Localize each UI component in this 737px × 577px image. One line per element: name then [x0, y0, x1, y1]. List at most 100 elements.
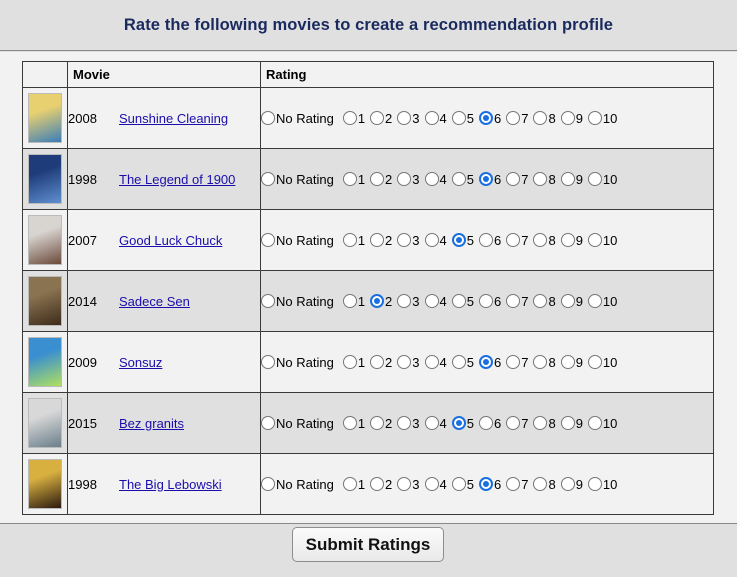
movie-title-link[interactable]: Bez granits — [119, 416, 184, 431]
rating-option-2[interactable]: 2 — [370, 110, 392, 126]
rating-radio[interactable] — [451, 232, 466, 247]
rating-option-6[interactable]: 6 — [478, 171, 501, 187]
rating-option-none[interactable]: No Rating — [261, 293, 334, 309]
rating-option-3[interactable]: 3 — [397, 293, 420, 309]
rating-radio[interactable] — [261, 415, 275, 430]
rating-radio[interactable] — [587, 476, 602, 491]
rating-option-7[interactable]: 7 — [506, 110, 528, 126]
rating-radio[interactable] — [506, 110, 521, 125]
rating-option-3[interactable]: 3 — [397, 354, 420, 370]
rating-option-7[interactable]: 7 — [506, 293, 528, 309]
rating-radio[interactable] — [261, 232, 275, 247]
rating-radio[interactable] — [451, 476, 466, 491]
rating-radio[interactable] — [587, 415, 602, 430]
rating-option-3[interactable]: 3 — [397, 476, 420, 492]
rating-radio[interactable] — [370, 476, 385, 491]
rating-option-none[interactable]: No Rating — [261, 232, 334, 248]
rating-radio[interactable] — [478, 476, 493, 491]
rating-option-6[interactable]: 6 — [478, 415, 501, 431]
rating-radio[interactable] — [397, 232, 412, 247]
rating-radio[interactable] — [397, 293, 412, 308]
rating-radio[interactable] — [478, 171, 493, 186]
rating-radio[interactable] — [506, 476, 521, 491]
rating-option-9[interactable]: 9 — [560, 232, 583, 248]
rating-radio[interactable] — [587, 354, 602, 369]
rating-radio[interactable] — [451, 354, 466, 369]
rating-radio[interactable] — [424, 415, 439, 430]
rating-option-5[interactable]: 5 — [451, 293, 474, 309]
rating-radio[interactable] — [587, 110, 602, 125]
movie-title-link[interactable]: Good Luck Chuck — [119, 233, 222, 248]
rating-option-1[interactable]: 1 — [342, 476, 365, 492]
rating-option-10[interactable]: 10 — [587, 171, 617, 187]
rating-option-none[interactable]: No Rating — [261, 415, 334, 431]
rating-option-4[interactable]: 4 — [424, 293, 447, 309]
rating-radio[interactable] — [560, 110, 575, 125]
rating-radio[interactable] — [342, 110, 357, 125]
submit-ratings-button[interactable]: Submit Ratings — [292, 527, 444, 562]
rating-radio[interactable] — [560, 354, 575, 369]
rating-radio[interactable] — [533, 293, 548, 308]
rating-radio[interactable] — [342, 354, 357, 369]
rating-option-1[interactable]: 1 — [342, 171, 365, 187]
movie-title-link[interactable]: Sonsuz — [119, 355, 162, 370]
rating-option-4[interactable]: 4 — [424, 354, 447, 370]
rating-option-10[interactable]: 10 — [587, 415, 617, 431]
rating-option-9[interactable]: 9 — [560, 110, 583, 126]
rating-radio[interactable] — [560, 476, 575, 491]
rating-option-8[interactable]: 8 — [533, 354, 556, 370]
rating-option-1[interactable]: 1 — [342, 293, 365, 309]
rating-radio[interactable] — [587, 293, 602, 308]
rating-radio[interactable] — [506, 232, 521, 247]
rating-radio[interactable] — [397, 171, 412, 186]
rating-radio[interactable] — [533, 354, 548, 369]
rating-radio[interactable] — [424, 232, 439, 247]
rating-option-10[interactable]: 10 — [587, 354, 617, 370]
rating-radio[interactable] — [560, 232, 575, 247]
rating-option-9[interactable]: 9 — [560, 171, 583, 187]
rating-option-8[interactable]: 8 — [533, 476, 556, 492]
rating-radio[interactable] — [397, 415, 412, 430]
rating-radio[interactable] — [424, 110, 439, 125]
rating-radio[interactable] — [397, 354, 412, 369]
rating-option-4[interactable]: 4 — [424, 415, 447, 431]
rating-option-2[interactable]: 2 — [370, 415, 392, 431]
movie-title-link[interactable]: The Big Lebowski — [119, 477, 222, 492]
rating-radio[interactable] — [506, 293, 521, 308]
rating-option-3[interactable]: 3 — [397, 415, 420, 431]
movie-title-link[interactable]: Sadece Sen — [119, 294, 190, 309]
rating-radio[interactable] — [560, 171, 575, 186]
rating-option-2[interactable]: 2 — [370, 293, 392, 309]
rating-radio[interactable] — [261, 354, 275, 369]
rating-option-4[interactable]: 4 — [424, 476, 447, 492]
rating-radio[interactable] — [478, 110, 493, 125]
movie-title-link[interactable]: The Legend of 1900 — [119, 172, 235, 187]
rating-radio[interactable] — [370, 110, 385, 125]
rating-radio[interactable] — [370, 232, 385, 247]
rating-option-5[interactable]: 5 — [451, 354, 474, 370]
rating-option-8[interactable]: 8 — [533, 110, 556, 126]
rating-radio[interactable] — [478, 232, 493, 247]
rating-option-3[interactable]: 3 — [397, 232, 420, 248]
rating-radio[interactable] — [451, 171, 466, 186]
rating-option-2[interactable]: 2 — [370, 232, 392, 248]
rating-option-10[interactable]: 10 — [587, 476, 617, 492]
rating-option-none[interactable]: No Rating — [261, 110, 334, 126]
rating-radio[interactable] — [397, 476, 412, 491]
rating-option-6[interactable]: 6 — [478, 293, 501, 309]
rating-option-9[interactable]: 9 — [560, 476, 583, 492]
rating-option-5[interactable]: 5 — [451, 232, 474, 248]
rating-radio[interactable] — [261, 171, 275, 186]
rating-radio[interactable] — [478, 354, 493, 369]
rating-radio[interactable] — [560, 293, 575, 308]
rating-radio[interactable] — [424, 476, 439, 491]
rating-radio[interactable] — [533, 476, 548, 491]
rating-radio[interactable] — [424, 293, 439, 308]
rating-option-9[interactable]: 9 — [560, 354, 583, 370]
rating-radio[interactable] — [506, 354, 521, 369]
rating-radio[interactable] — [342, 232, 357, 247]
rating-option-4[interactable]: 4 — [424, 171, 447, 187]
rating-radio[interactable] — [342, 171, 357, 186]
rating-radio[interactable] — [342, 293, 357, 308]
rating-option-none[interactable]: No Rating — [261, 354, 334, 370]
